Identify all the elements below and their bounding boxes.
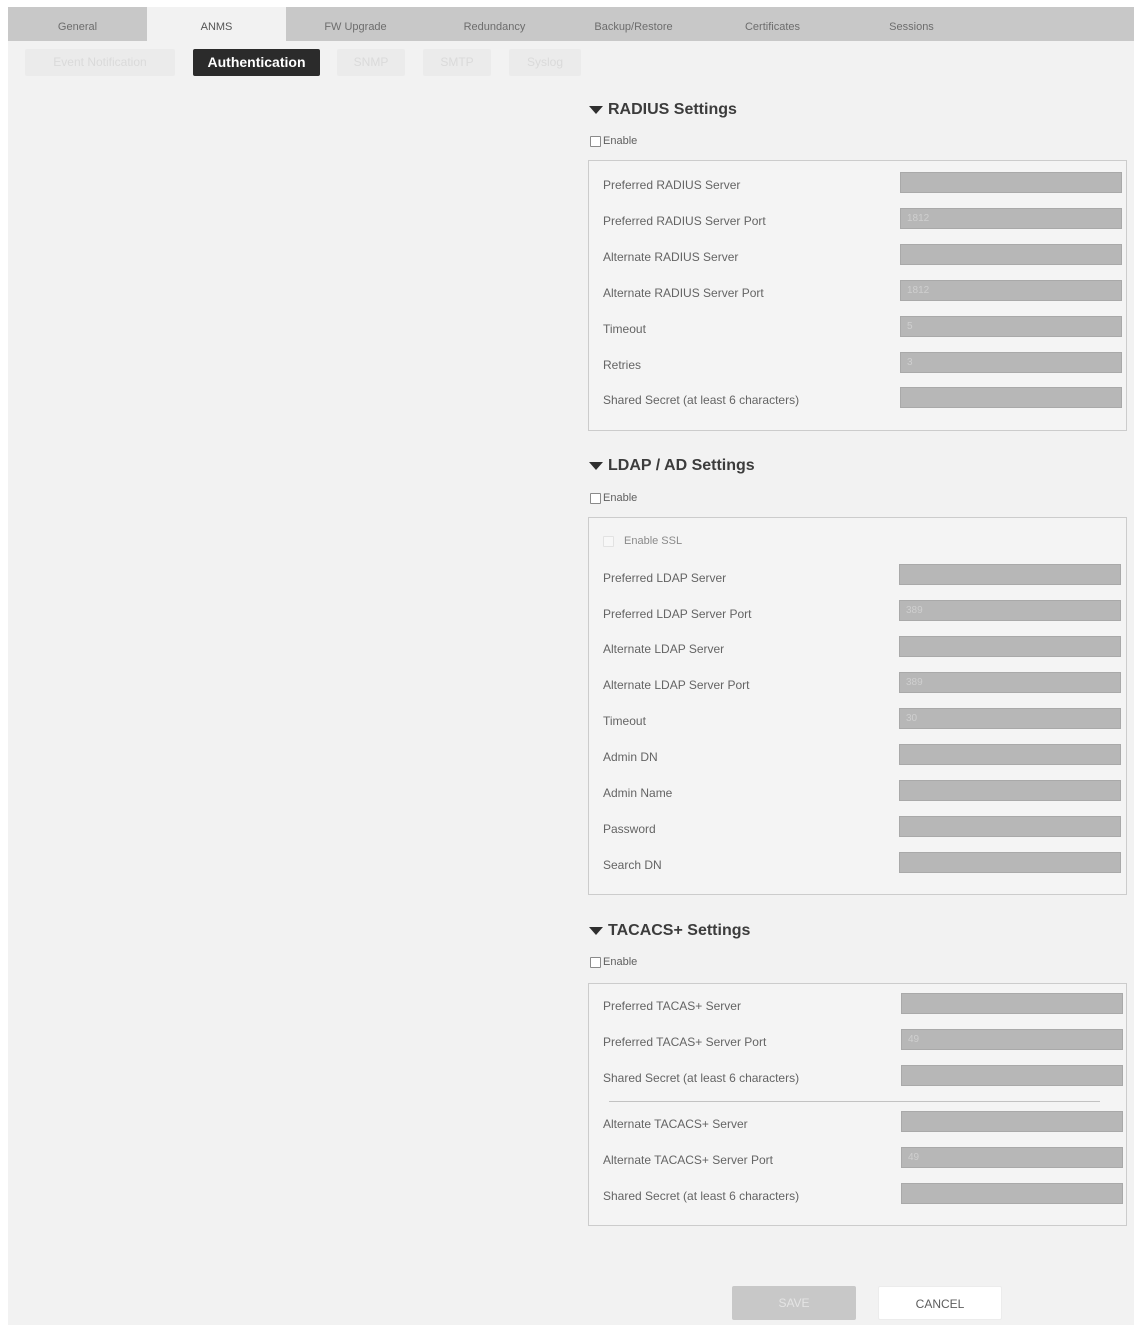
alternate-ldap-server-label: Alternate LDAP Server xyxy=(603,642,725,656)
ldap-admin-name-label: Admin Name xyxy=(603,786,673,800)
ldap-admin-dn-input[interactable] xyxy=(899,744,1121,765)
tacacs-enable-checkbox[interactable] xyxy=(590,956,601,968)
ldap-timeout-label: Timeout xyxy=(603,714,646,728)
radius-shared-secret-input[interactable] xyxy=(900,387,1122,408)
ldap-ssl-row: Enable SSL xyxy=(603,535,682,547)
radius-timeout-input[interactable] xyxy=(900,316,1122,337)
preferred-radius-port-input[interactable] xyxy=(900,208,1122,229)
preferred-radius-port-label: Preferred RADIUS Server Port xyxy=(603,214,766,228)
ldap-section-title: LDAP / AD Settings xyxy=(608,457,755,474)
preferred-ldap-port-label: Preferred LDAP Server Port xyxy=(603,607,752,621)
preferred-ldap-port-input[interactable] xyxy=(899,600,1121,621)
preferred-radius-server-label: Preferred RADIUS Server xyxy=(603,178,741,192)
save-button[interactable]: SAVE xyxy=(732,1286,856,1320)
ldap-ssl-checkbox[interactable] xyxy=(603,535,614,547)
subtab-smtp[interactable]: SMTP xyxy=(423,49,491,76)
radius-enable-label: Enable xyxy=(603,135,638,147)
tab-general[interactable]: General xyxy=(8,7,147,41)
preferred-tacacs-server-label: Preferred TACAS+ Server xyxy=(603,999,741,1013)
cancel-button[interactable]: CANCEL xyxy=(878,1286,1002,1320)
ldap-admin-name-input[interactable] xyxy=(899,780,1121,801)
radius-section-title: RADIUS Settings xyxy=(608,101,737,118)
ldap-timeout-input[interactable] xyxy=(899,708,1121,729)
alternate-tacacs-server-label: Alternate TACACS+ Server xyxy=(603,1117,748,1131)
tacacs-enable-label: Enable xyxy=(603,956,638,968)
tacacs-section-header[interactable]: TACACS+ Settings xyxy=(589,922,750,940)
alternate-radius-server-label: Alternate RADIUS Server xyxy=(603,250,739,264)
radius-timeout-label: Timeout xyxy=(603,322,646,336)
ldap-section-header[interactable]: LDAP / AD Settings xyxy=(589,457,755,475)
preferred-tacacs-port-input[interactable] xyxy=(901,1029,1123,1050)
admin-settings-page: General ANMS FW Upgrade Redundancy Backu… xyxy=(8,7,1134,1325)
alternate-radius-server-input[interactable] xyxy=(900,244,1122,265)
preferred-radius-server-input[interactable] xyxy=(900,172,1122,193)
alternate-tacacs-port-input[interactable] xyxy=(901,1147,1123,1168)
preferred-ldap-server-label: Preferred LDAP Server xyxy=(603,571,727,585)
ldap-enable-label: Enable xyxy=(603,492,638,504)
tacacs-settings-panel: Preferred TACAS+ Server Preferred TACAS+… xyxy=(588,983,1127,1226)
ldap-ssl-label: Enable SSL xyxy=(624,535,683,547)
top-tab-bar: General ANMS FW Upgrade Redundancy Backu… xyxy=(8,7,1134,41)
radius-section-header[interactable]: RADIUS Settings xyxy=(589,101,737,119)
alternate-ldap-port-label: Alternate LDAP Server Port xyxy=(603,678,750,692)
collapse-triangle-icon xyxy=(589,927,603,935)
collapse-triangle-icon xyxy=(589,106,603,114)
subtab-snmp[interactable]: SNMP xyxy=(337,49,405,76)
tacacs-alternate-shared-secret-input[interactable] xyxy=(901,1183,1123,1204)
subtab-authentication[interactable]: Authentication xyxy=(193,49,320,76)
ldap-enable-row: Enable xyxy=(590,492,637,504)
tacacs-enable-row: Enable xyxy=(590,956,637,968)
ldap-search-dn-input[interactable] xyxy=(899,852,1121,873)
alternate-tacacs-server-input[interactable] xyxy=(901,1111,1123,1132)
tacacs-preferred-shared-secret-label: Shared Secret (at least 6 characters) xyxy=(603,1071,800,1085)
preferred-ldap-server-input[interactable] xyxy=(899,564,1121,585)
tab-fw-upgrade[interactable]: FW Upgrade xyxy=(286,7,425,41)
radius-retries-input[interactable] xyxy=(900,352,1122,373)
collapse-triangle-icon xyxy=(589,462,603,470)
alternate-ldap-port-input[interactable] xyxy=(899,672,1121,693)
subtab-syslog[interactable]: Syslog xyxy=(509,49,581,76)
ldap-search-dn-label: Search DN xyxy=(603,858,662,872)
tab-redundancy[interactable]: Redundancy xyxy=(425,7,564,41)
preferred-tacacs-server-input[interactable] xyxy=(901,993,1123,1014)
ldap-password-input[interactable] xyxy=(899,816,1121,837)
ldap-settings-panel: Enable SSL Preferred LDAP Server Preferr… xyxy=(588,517,1127,895)
ldap-password-label: Password xyxy=(603,822,656,836)
tab-sessions[interactable]: Sessions xyxy=(842,7,981,41)
radius-settings-panel: Preferred RADIUS Server Preferred RADIUS… xyxy=(588,160,1127,431)
alternate-radius-port-input[interactable] xyxy=(900,280,1122,301)
radius-shared-secret-label: Shared Secret (at least 6 characters) xyxy=(603,393,800,407)
ldap-enable-checkbox[interactable] xyxy=(590,492,601,504)
tacacs-divider xyxy=(609,1101,1100,1102)
tacacs-preferred-shared-secret-input[interactable] xyxy=(901,1065,1123,1086)
radius-enable-checkbox[interactable] xyxy=(590,135,601,147)
tacacs-alternate-shared-secret-label: Shared Secret (at least 6 characters) xyxy=(603,1189,800,1203)
alternate-radius-port-label: Alternate RADIUS Server Port xyxy=(603,286,764,300)
tacacs-section-title: TACACS+ Settings xyxy=(608,922,751,939)
tab-certificates[interactable]: Certificates xyxy=(703,7,842,41)
tab-backup-restore[interactable]: Backup/Restore xyxy=(564,7,703,41)
tab-anms[interactable]: ANMS xyxy=(147,7,286,41)
ldap-admin-dn-label: Admin DN xyxy=(603,750,658,764)
subtab-event-notification[interactable]: Event Notification xyxy=(25,49,175,76)
radius-enable-row: Enable xyxy=(590,135,637,147)
alternate-tacacs-port-label: Alternate TACACS+ Server Port xyxy=(603,1153,773,1167)
alternate-ldap-server-input[interactable] xyxy=(899,636,1121,657)
radius-retries-label: Retries xyxy=(603,358,642,372)
preferred-tacacs-port-label: Preferred TACAS+ Server Port xyxy=(603,1035,767,1049)
